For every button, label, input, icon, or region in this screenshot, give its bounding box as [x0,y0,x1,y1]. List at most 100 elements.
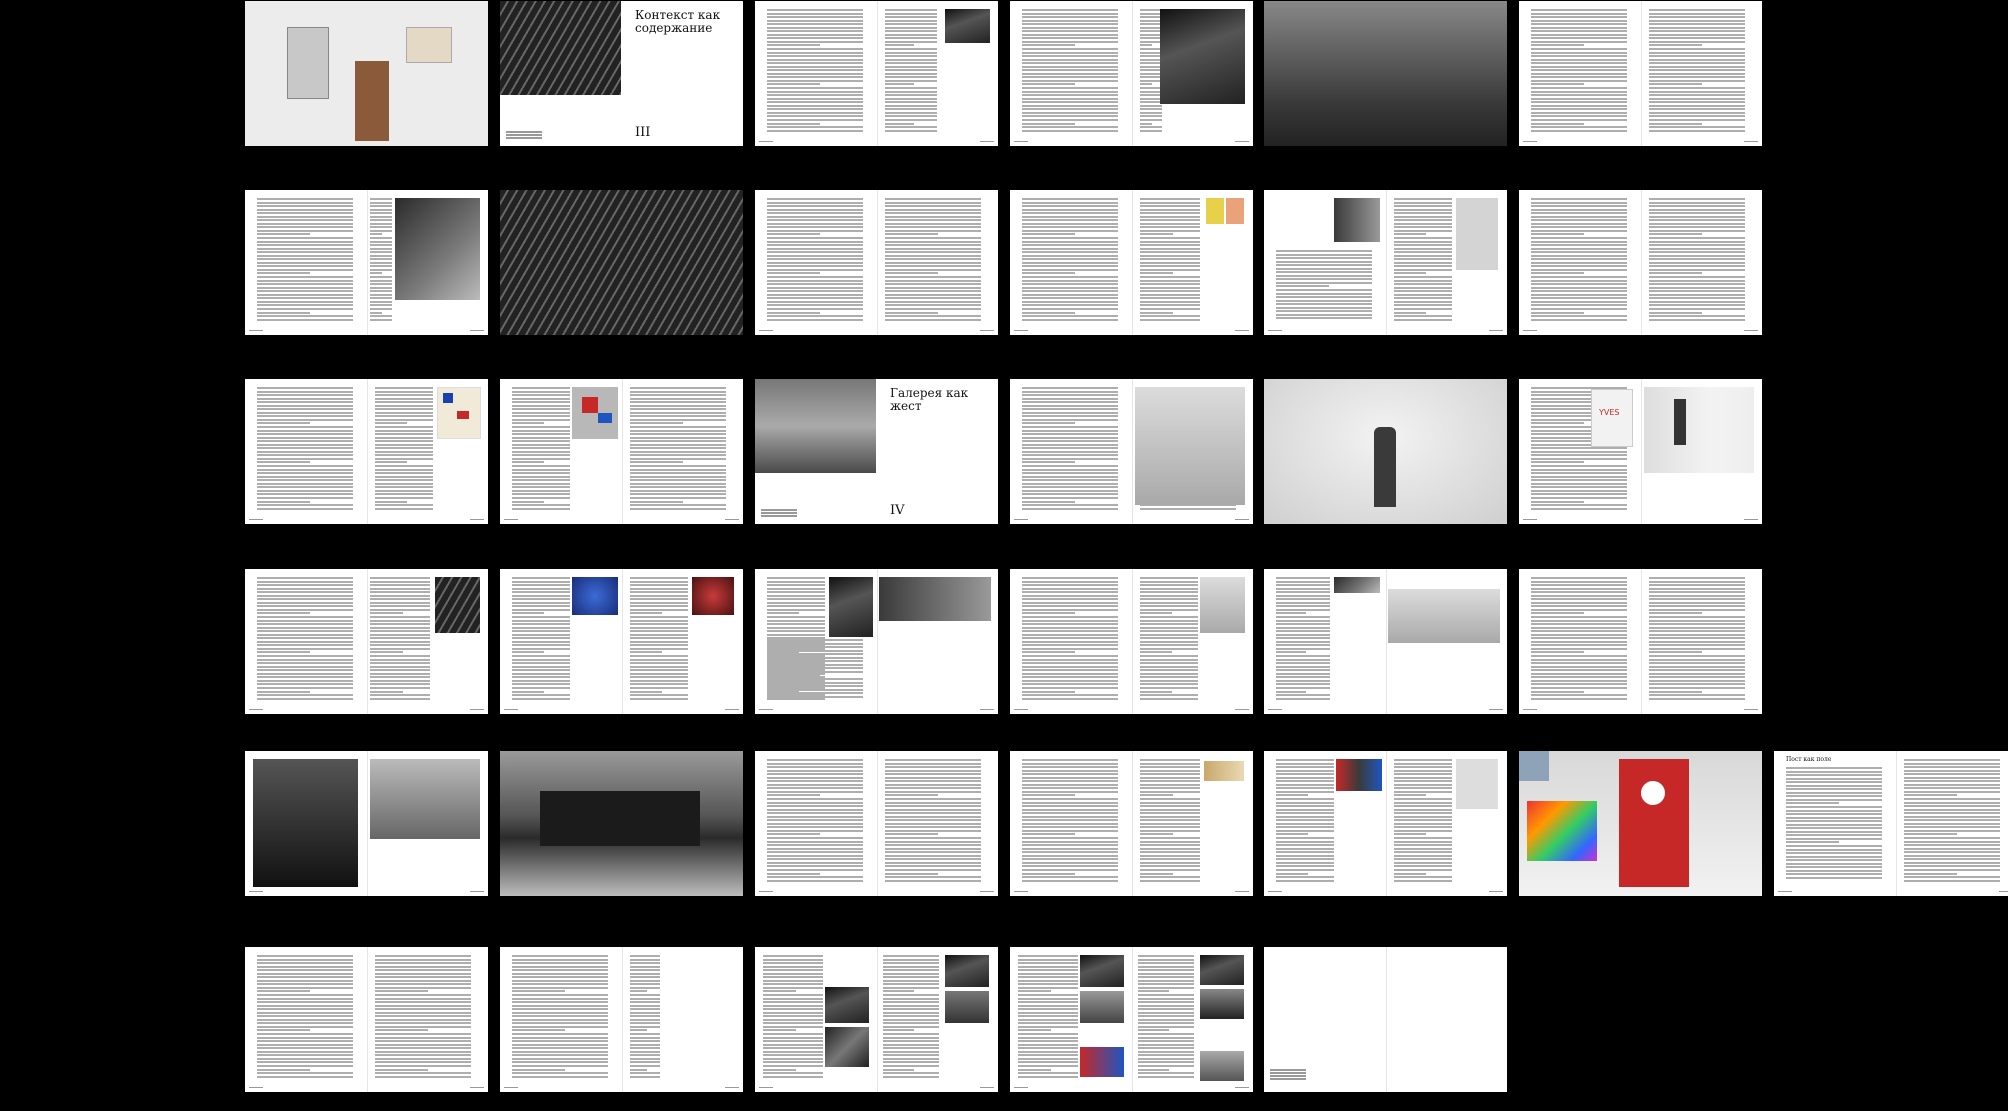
spread-thumbnail[interactable] [1519,190,1762,335]
spread-thumbnail[interactable] [1010,190,1253,335]
text-line [767,762,863,765]
spread-thumbnail[interactable] [500,190,743,335]
text-line [1140,826,1200,829]
text-line [1022,630,1118,633]
spread-thumbnail[interactable] [245,1,488,146]
text-line [1276,257,1372,260]
spread-thumbnail[interactable] [1010,569,1253,714]
photo [1456,198,1498,270]
text-line [1140,30,1162,33]
text-line [885,279,981,282]
text-line [1018,1043,1078,1046]
text-line [630,990,647,993]
text-line [630,623,688,626]
chapter-title: Пост как поле [1786,756,1832,763]
spread-thumbnail[interactable] [1264,947,1507,1092]
spread-thumbnail[interactable]: Пост как поле [1774,751,2008,896]
spread-thumbnail[interactable] [1010,1,1253,146]
text-line [1022,311,1075,314]
folio [1489,330,1503,331]
spread-thumbnail[interactable]: Галерея как жест IV [755,379,998,524]
spread-thumbnail[interactable] [500,751,743,896]
spread-thumbnail[interactable] [500,947,743,1092]
spread-thumbnail[interactable] [755,947,998,1092]
spread-thumbnail[interactable] [245,947,488,1092]
text-line [375,965,471,968]
text-line [1649,16,1745,19]
spread-thumbnail[interactable] [500,569,743,714]
text-line [1140,612,1172,615]
text-line [512,422,544,425]
spread-thumbnail[interactable]: YVES [1519,379,1762,524]
text-line [767,826,863,829]
text-line [257,1068,310,1071]
spread-thumbnail[interactable] [1519,1,1762,146]
text-line [883,1047,939,1050]
spread-thumbnail[interactable] [245,751,488,896]
spread-thumbnail[interactable] [1264,190,1507,335]
text-line [1140,55,1162,58]
spread-thumbnail[interactable] [755,190,998,335]
spread-thumbnail[interactable] [1264,751,1507,896]
spread-thumbnail[interactable] [1264,379,1507,524]
text-line [630,1033,660,1036]
spread-thumbnail[interactable] [755,569,998,714]
text-line [1018,1064,1078,1067]
spread-thumbnail[interactable] [1519,569,1762,714]
text-line [257,276,353,279]
text-line [257,411,353,414]
folio [1744,330,1758,331]
text-line [1140,876,1200,879]
text-line [1140,651,1172,654]
text-line [1904,822,2000,825]
text-line [1394,226,1452,229]
spread-thumbnail[interactable] [755,1,998,146]
spread-thumbnail[interactable] [500,379,743,524]
text-line [257,390,353,393]
text-line [257,507,353,510]
text-line [1140,318,1200,321]
text-line [1022,240,1118,243]
spread-thumbnail[interactable] [1264,1,1507,146]
spread-thumbnail[interactable] [1264,569,1507,714]
text-line [1531,244,1627,247]
text-line [1276,808,1334,811]
spread-thumbnail[interactable] [755,751,998,896]
spread-thumbnail[interactable] [245,190,488,335]
text-line [370,272,383,275]
text-line [1649,126,1745,129]
text-line [257,293,353,296]
text-line [375,1061,471,1064]
spread-thumbnail[interactable] [1010,751,1253,896]
text-line [512,1043,608,1046]
text-line [1531,623,1627,626]
text-line [512,633,570,636]
text-line [370,233,383,236]
text-line [1531,37,1627,40]
text-line [1022,851,1118,854]
spread-thumbnail[interactable] [245,569,488,714]
spread-thumbnail[interactable] [1010,947,1253,1092]
text-line [1022,126,1118,129]
gutter [366,751,368,896]
text-line [1276,289,1372,292]
text-line [630,1075,660,1078]
text-line [1394,783,1452,786]
text-line [1904,766,2000,769]
text-line [763,1072,823,1075]
spread-thumbnail[interactable] [1519,751,1762,896]
text-line [1018,1025,1078,1028]
text-line [767,201,863,204]
spread-thumbnail[interactable]: Контекст как содержание III [500,1,743,146]
text-line [1276,264,1372,267]
text-line [257,1022,353,1025]
spread-thumbnail[interactable] [1010,379,1253,524]
spread-thumbnail[interactable] [245,379,488,524]
text-line [1394,759,1452,761]
text-line [883,1050,939,1053]
text-line [1649,251,1745,254]
text-line [1140,805,1200,808]
gutter [1895,751,1897,896]
text-line [630,1047,660,1050]
text-line [1140,58,1162,61]
